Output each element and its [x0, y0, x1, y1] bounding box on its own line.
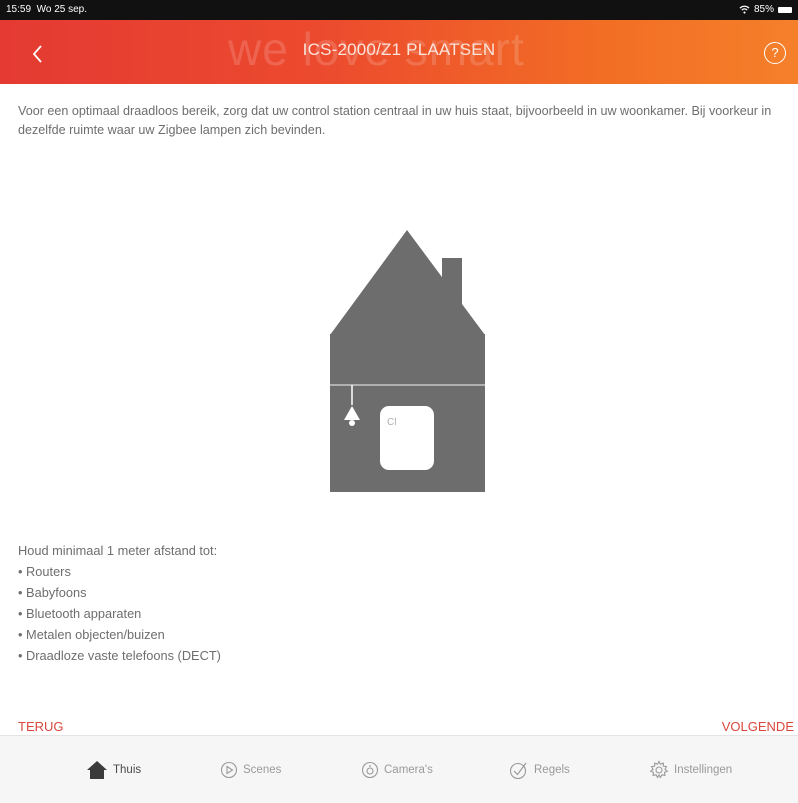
tab-thuis[interactable]: Thuis: [86, 757, 141, 783]
tab-label: Camera's: [384, 764, 433, 776]
next-button[interactable]: VOLGENDE: [722, 719, 794, 734]
rules-check-icon: [509, 762, 527, 780]
tab-regels[interactable]: Regels: [509, 757, 570, 783]
status-time-date: 15:59 Wo 25 sep.: [6, 4, 87, 15]
tab-scenes[interactable]: Scenes: [220, 757, 281, 783]
house-illustration: Cl: [330, 230, 485, 492]
control-station: [380, 406, 434, 470]
hint-list: • Routers • Babyfoons • Bluetooth appara…: [18, 561, 221, 666]
status-bar: 15:59 Wo 25 sep. 85%: [0, 0, 798, 20]
page-title: ICS-2000/Z1 PLAATSEN: [302, 40, 496, 59]
help-icon[interactable]: ?: [764, 42, 786, 64]
camera-icon: [361, 761, 379, 779]
status-right: 85%: [739, 4, 792, 15]
lamp-bulb: [349, 420, 355, 426]
tab-bar: Thuis Scenes Camera's Regels Instellinge…: [0, 735, 798, 803]
distance-hint: Houd minimaal 1 meter afstand tot: • Rou…: [18, 540, 221, 666]
list-item: • Routers: [18, 564, 71, 579]
wifi-icon: [739, 5, 750, 14]
tab-label: Thuis: [113, 764, 142, 776]
intro-text: Voor een optimaal draadloos bereik, zorg…: [18, 104, 772, 137]
battery-icon: [778, 6, 792, 13]
gear-icon: [649, 760, 669, 779]
home-icon: [87, 761, 107, 779]
tab-label: Regels: [534, 764, 570, 776]
list-item: • Draadloze vaste telefoons (DECT): [18, 648, 221, 663]
tab-label: Instellingen: [674, 764, 733, 776]
back-button[interactable]: TERUG: [18, 719, 64, 734]
tab-label: Scenes: [243, 764, 282, 776]
header-bar: we love smart ICS-2000/Z1 PLAATSEN ?: [0, 20, 798, 84]
device-label: Cl: [387, 417, 396, 428]
list-item: • Bluetooth apparaten: [18, 606, 142, 621]
list-item: • Metalen objecten/buizen: [18, 627, 165, 642]
list-item: • Babyfoons: [18, 585, 87, 600]
play-circle-icon: [220, 761, 238, 779]
battery-percentage: 85%: [753, 4, 774, 15]
hint-heading: Houd minimaal 1 meter afstand tot:: [18, 543, 218, 558]
tab-cameras[interactable]: Camera's: [361, 757, 433, 783]
tab-instellingen[interactable]: Instellingen: [649, 757, 732, 783]
